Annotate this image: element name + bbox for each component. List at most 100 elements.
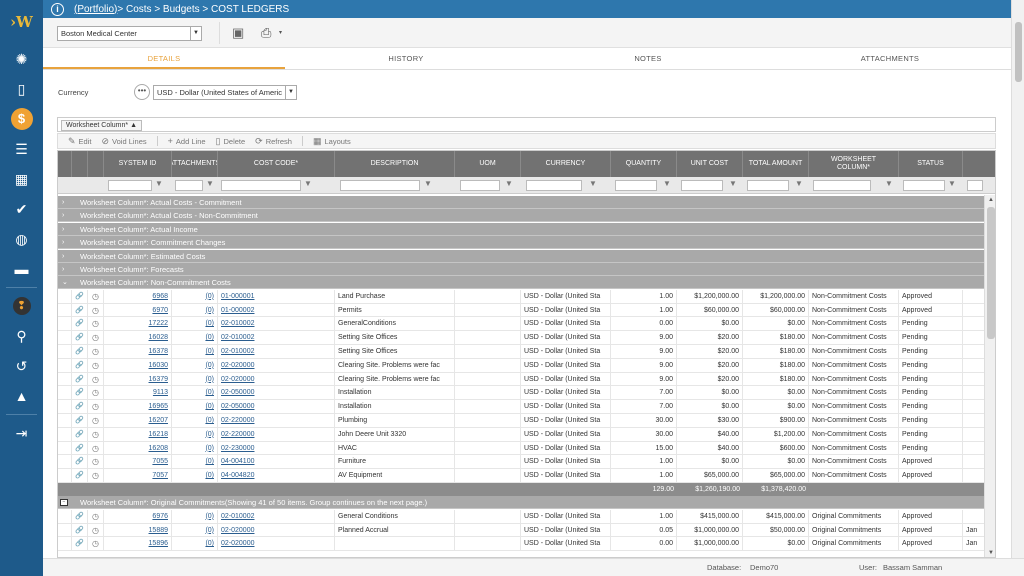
scroll-up-icon[interactable]: ▲: [985, 195, 995, 205]
cost-code-link[interactable]: 02-050000: [218, 400, 335, 414]
link-icon[interactable]: 🔗: [72, 441, 88, 455]
system-id-link[interactable]: 16207: [104, 414, 172, 427]
table-row[interactable]: 🔗 ◷ 15896 (0) 02-020000 USD - Dollar (United …: [58, 537, 985, 552]
link-icon[interactable]: 🔗: [72, 317, 88, 331]
filter-quantity-input[interactable]: [615, 180, 657, 191]
system-id-link[interactable]: 9113: [104, 386, 172, 400]
table-row[interactable]: 🔗 ◷ 6976 (0) 02-010002 General Conditions USD …: [58, 509, 985, 524]
graduation-cap-icon[interactable]: ▲: [0, 381, 43, 411]
attachments-link[interactable]: (0): [172, 427, 218, 441]
table-row[interactable]: 🔗 ◷ 17222 (0) 02-010002 GeneralConditions USD …: [58, 317, 985, 332]
ellipsis-icon[interactable]: •••: [134, 84, 150, 100]
table-row[interactable]: 🔗 ◷ 6968 (0) 01-000001 Land Purchase USD - Dol…: [58, 289, 985, 304]
attachments-link[interactable]: (0): [172, 331, 218, 345]
attachments-link[interactable]: (0): [172, 509, 218, 523]
col-unit-cost[interactable]: UNIT COST: [677, 151, 743, 177]
group-chip[interactable]: Worksheet Column* ▲: [61, 120, 143, 131]
group-row[interactable]: › Worksheet Column*: Actual Costs - Non-C…: [58, 209, 984, 223]
link-icon[interactable]: 🔗: [72, 358, 88, 372]
attachments-link[interactable]: (0): [172, 523, 218, 537]
print-icon[interactable]: ⎙: [261, 25, 271, 41]
system-id-link[interactable]: 17222: [104, 317, 172, 331]
filter-description-input[interactable]: [340, 180, 420, 191]
cost-code-link[interactable]: 02-220000: [218, 414, 335, 427]
link-icon[interactable]: 🔗: [72, 345, 88, 358]
table-row[interactable]: 🔗 ◷ 6970 (0) 01-000002 Permits USD - Dollar (U…: [58, 303, 985, 318]
clock-icon[interactable]: ◷: [88, 372, 104, 386]
filter-cost-code-input[interactable]: [221, 180, 301, 191]
grid-scrollbar[interactable]: ▲ ▼: [984, 195, 995, 557]
col-uom[interactable]: UOM: [455, 151, 521, 177]
history-icon[interactable]: ↺: [0, 351, 43, 381]
table-row[interactable]: 🔗 ◷ 16218 (0) 02-220000 John Deere Unit 3320 U…: [58, 427, 985, 442]
link-icon[interactable]: 🔗: [72, 414, 88, 427]
attachments-link[interactable]: (0): [172, 469, 218, 483]
clock-icon[interactable]: ◷: [88, 358, 104, 372]
currency-select[interactable]: USD - Dollar (United States of Americ ▼: [153, 85, 297, 100]
filter-icon[interactable]: ▼: [504, 179, 514, 189]
link-icon[interactable]: 🔗: [72, 455, 88, 469]
pin-icon[interactable]: ❢: [0, 291, 43, 321]
table-row[interactable]: 🔗 ◷ 7057 (0) 04-004820 AV Equipment USD - Doll…: [58, 469, 985, 483]
chevron-down-icon[interactable]: ▼: [190, 27, 201, 40]
filter-icon[interactable]: ▼: [794, 179, 804, 189]
clock-icon[interactable]: ◷: [88, 331, 104, 345]
print-dropdown-icon[interactable]: ▾: [279, 29, 282, 36]
system-id-link[interactable]: 16218: [104, 427, 172, 441]
filter-icon[interactable]: ▼: [662, 179, 672, 189]
cost-code-link[interactable]: 02-010002: [218, 331, 335, 345]
attachments-link[interactable]: (0): [172, 386, 218, 400]
page-scrollbar[interactable]: [1011, 0, 1024, 576]
tab-attachments[interactable]: ATTACHMENTS: [769, 48, 1011, 69]
link-icon[interactable]: 🔗: [72, 303, 88, 317]
attachments-link[interactable]: (0): [172, 455, 218, 469]
table-row[interactable]: 🔗 ◷ 16028 (0) 02-010002 Setting Site Offices U…: [58, 331, 985, 345]
clock-icon[interactable]: ◷: [88, 509, 104, 523]
tab-details[interactable]: DETAILS: [43, 48, 285, 69]
scroll-down-icon[interactable]: ▼: [985, 548, 995, 557]
system-id-link[interactable]: 6976: [104, 509, 172, 523]
group-row[interactable]: › Worksheet Column*: Forecasts: [58, 263, 984, 276]
building-icon[interactable]: ▦: [0, 164, 43, 194]
cost-code-link[interactable]: 02-010002: [218, 509, 335, 523]
attachments-link[interactable]: (0): [172, 303, 218, 317]
info-icon[interactable]: i: [51, 2, 64, 16]
dollar-icon[interactable]: $: [0, 104, 43, 134]
cost-code-link[interactable]: 02-020000: [218, 358, 335, 372]
delete-button[interactable]: ▯ Delete: [216, 136, 246, 147]
col-total-amount[interactable]: TOTAL AMOUNT: [743, 151, 809, 177]
clock-icon[interactable]: ◷: [88, 523, 104, 537]
lightbulb-icon[interactable]: ✺: [0, 44, 43, 74]
col-quantity[interactable]: QUANTITY: [611, 151, 677, 177]
clock-icon[interactable]: ◷: [88, 345, 104, 358]
clock-icon[interactable]: ◷: [88, 386, 104, 400]
col-worksheet-column[interactable]: WORKSHEET COLUMN*: [809, 151, 899, 177]
void-lines-button[interactable]: ⊘ Void Lines: [101, 136, 146, 147]
expand-toggle-icon[interactable]: ›: [62, 263, 64, 276]
cost-code-link[interactable]: 01-000002: [218, 303, 335, 317]
attachments-link[interactable]: (0): [172, 372, 218, 386]
page-scrollbar-thumb[interactable]: [1015, 22, 1022, 82]
clock-icon[interactable]: ◷: [88, 303, 104, 317]
edit-button[interactable]: ✎ Edit: [68, 136, 91, 147]
table-row[interactable]: 🔗 ◷ 15889 (0) 02-020000 Planned Accrual USD - …: [58, 523, 985, 538]
col-cost-code[interactable]: COST CODE*: [218, 151, 335, 177]
clock-icon[interactable]: ◷: [88, 537, 104, 551]
table-row[interactable]: 🔗 ◷ 7055 (0) 04-004100 Furniture USD - Dollar …: [58, 455, 985, 470]
system-id-link[interactable]: 6970: [104, 303, 172, 317]
clock-icon[interactable]: ◷: [88, 414, 104, 427]
project-select[interactable]: Boston Medical Center ▼: [57, 26, 202, 41]
expand-toggle-icon[interactable]: ›: [62, 250, 64, 263]
filter-icon[interactable]: ▼: [423, 179, 433, 189]
cost-code-link[interactable]: 02-020000: [218, 537, 335, 551]
filter-attachments-input[interactable]: [175, 180, 203, 191]
link-icon[interactable]: 🔗: [72, 523, 88, 537]
attachments-link[interactable]: (0): [172, 537, 218, 551]
filter-icon[interactable]: ▼: [588, 179, 598, 189]
cost-code-link[interactable]: 04-004820: [218, 469, 335, 483]
link-icon[interactable]: 🔗: [72, 427, 88, 441]
table-row[interactable]: 🔗 ◷ 16378 (0) 02-010002 Setting Site Offices U…: [58, 345, 985, 359]
search-icon[interactable]: ⚲: [0, 321, 43, 351]
link-icon[interactable]: 🔗: [72, 509, 88, 523]
table-row[interactable]: 🔗 ◷ 16379 (0) 02-020000 Clearing Site. Proble…: [58, 372, 985, 387]
